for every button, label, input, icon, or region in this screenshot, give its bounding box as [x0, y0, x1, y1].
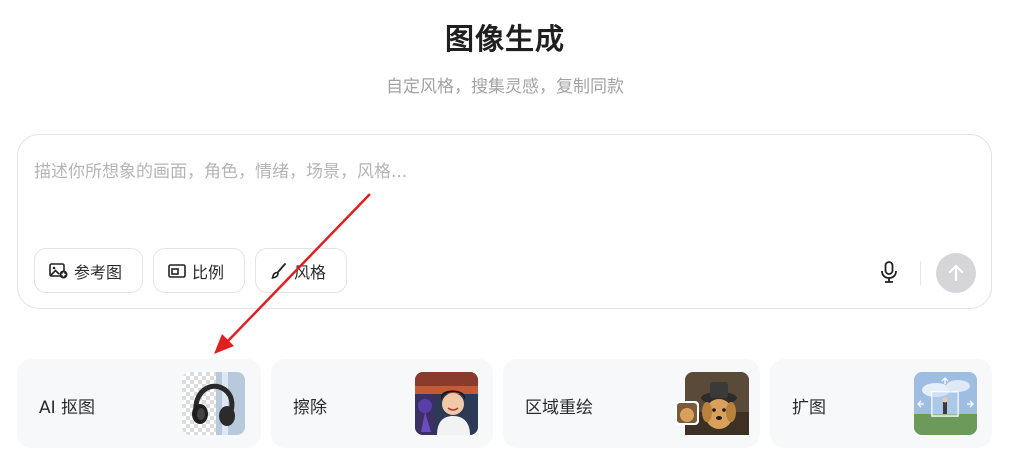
girl-portrait-thumbnail — [415, 372, 478, 435]
tool-label-expand: 扩图 — [792, 398, 826, 418]
image-add-icon — [49, 263, 68, 279]
reference-image-label: 参考图 — [74, 262, 123, 282]
aspect-ratio-icon — [168, 263, 186, 278]
tool-label-region-redraw: 区域重绘 — [525, 398, 593, 418]
prompt-input[interactable] — [34, 157, 934, 187]
style-label: 风格 — [294, 262, 327, 282]
microphone-button[interactable] — [876, 258, 902, 286]
microphone-icon — [881, 261, 897, 283]
dog-with-hat-thumbnail — [675, 372, 749, 435]
headphones-cutout-thumbnail — [182, 372, 245, 435]
reference-image-button[interactable]: 参考图 — [34, 248, 143, 293]
landscape-expand-thumbnail — [914, 372, 977, 435]
tool-label-ai-cutout: AI 抠图 — [39, 398, 96, 418]
action-divider — [920, 261, 921, 285]
page-subtitle: 自定风格，搜集灵感，复制同款 — [386, 77, 624, 97]
brush-icon — [271, 262, 286, 279]
aspect-ratio-label: 比例 — [192, 262, 225, 282]
prompt-box: 参考图 比例 风格 — [17, 134, 992, 309]
aspect-ratio-button[interactable]: 比例 — [153, 248, 245, 293]
send-button[interactable] — [936, 253, 976, 293]
tool-card-ai-cutout[interactable]: AI 抠图 — [17, 359, 261, 448]
page-title: 图像生成 — [444, 22, 565, 56]
tool-card-expand[interactable]: 扩图 — [770, 359, 992, 448]
style-button[interactable]: 风格 — [255, 248, 347, 293]
arrow-up-icon — [948, 264, 964, 282]
tool-label-erase: 擦除 — [293, 398, 327, 418]
tool-card-region-redraw[interactable]: 区域重绘 — [503, 359, 760, 448]
tool-card-erase[interactable]: 擦除 — [271, 359, 493, 448]
